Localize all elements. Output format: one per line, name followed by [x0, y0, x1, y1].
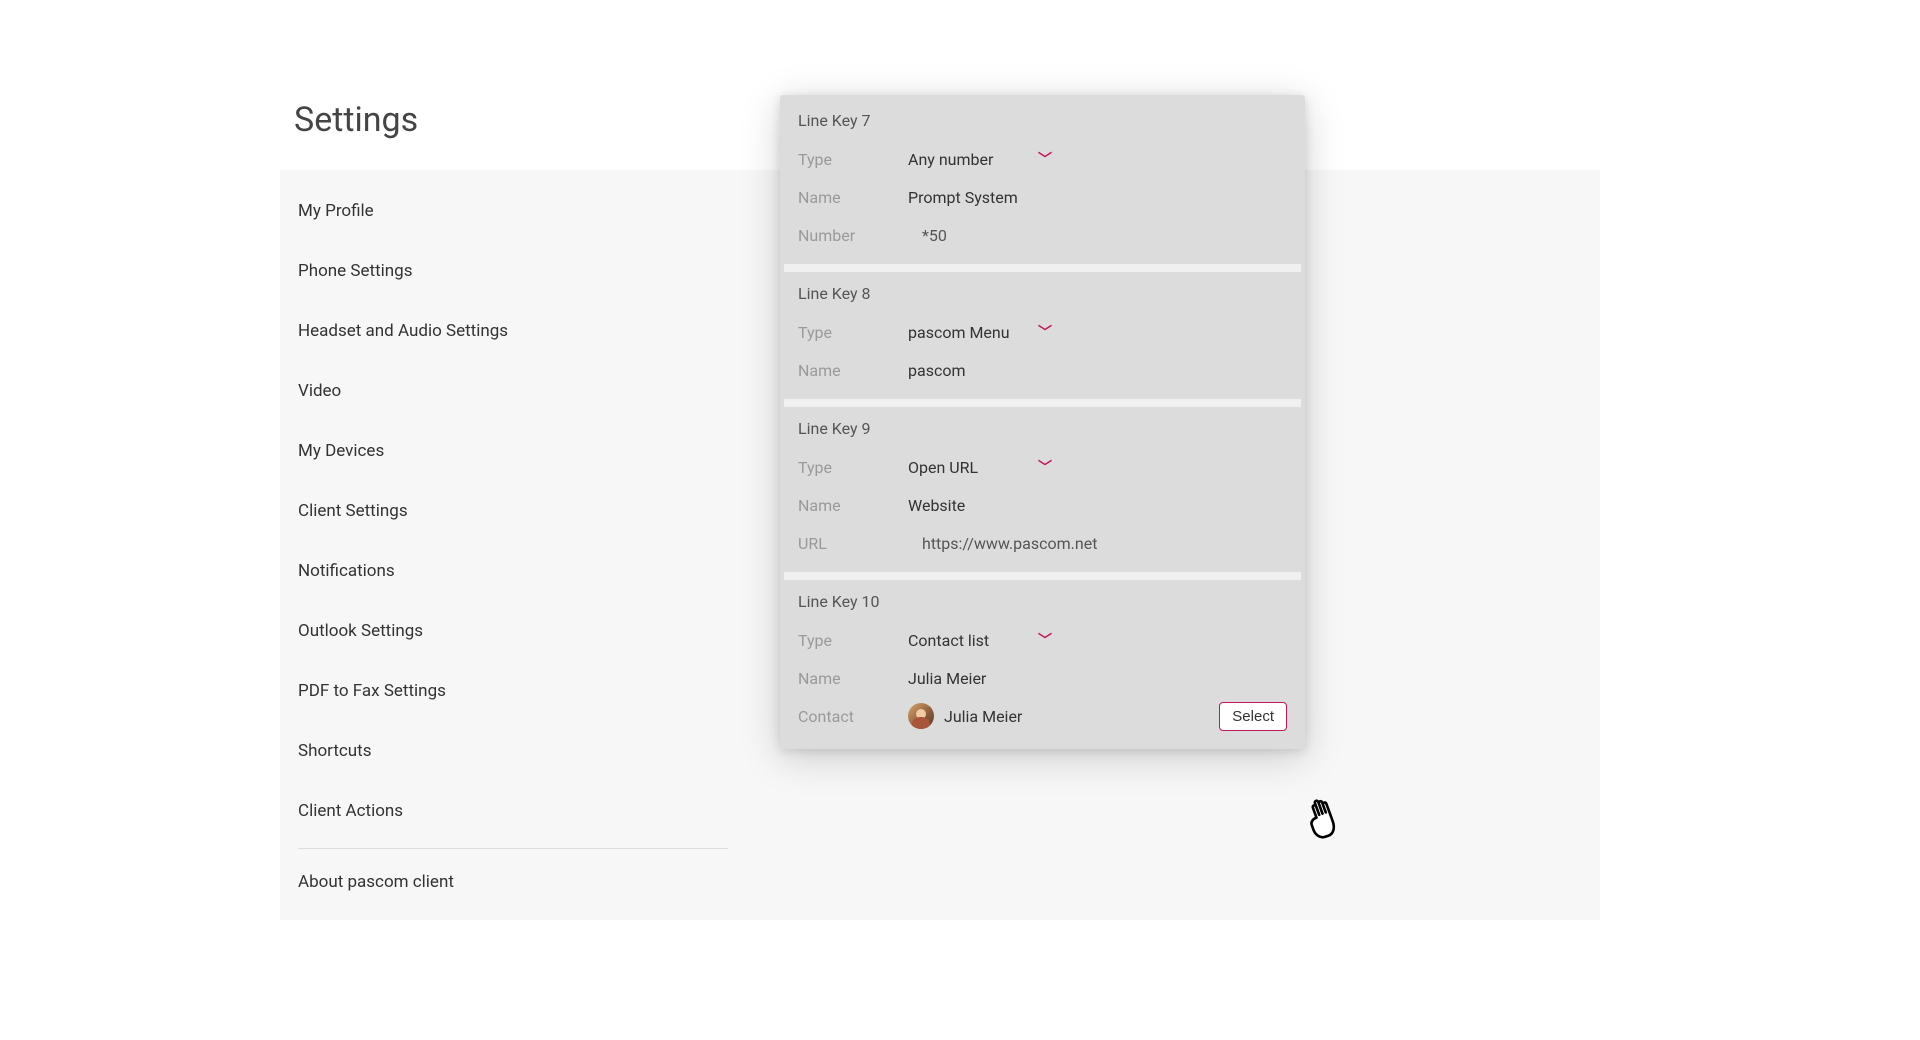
name-value[interactable]: Prompt System: [908, 188, 1287, 207]
line-key-card-7: Line Key 7 Type Any number ﹀ Name Prompt…: [784, 99, 1301, 264]
select-button[interactable]: Select: [1219, 702, 1287, 731]
chevron-down-icon: ﹀: [1038, 322, 1052, 342]
type-value: pascom Menu: [908, 323, 1028, 342]
sidebar-item-client-settings[interactable]: Client Settings: [280, 488, 740, 534]
type-value: Any number: [908, 150, 1028, 169]
label-type: Type: [798, 323, 908, 342]
label-type: Type: [798, 458, 908, 477]
line-key-card-8: Line Key 8 Type pascom Menu ﹀ Name pasco…: [784, 272, 1301, 399]
line-key-card-10: Line Key 10 Type Contact list ﹀ Name Jul…: [784, 580, 1301, 745]
url-value[interactable]: https://www.pascom.net: [908, 534, 1287, 553]
label-name: Name: [798, 496, 908, 515]
sidebar-item-shortcuts[interactable]: Shortcuts: [280, 728, 740, 774]
label-number: Number: [798, 226, 908, 245]
name-value[interactable]: Website: [908, 496, 1287, 515]
type-value: Contact list: [908, 631, 1028, 650]
sidebar-item-phone-settings[interactable]: Phone Settings: [280, 248, 740, 294]
name-value[interactable]: pascom: [908, 361, 1287, 380]
type-dropdown[interactable]: Open URL ﹀: [908, 457, 1052, 477]
sidebar-item-headset-audio[interactable]: Headset and Audio Settings: [280, 308, 740, 354]
type-value: Open URL: [908, 458, 1028, 477]
label-contact: Contact: [798, 707, 908, 726]
card-title: Line Key 9: [798, 419, 1287, 438]
number-value[interactable]: *50: [908, 226, 1287, 245]
sidebar-item-video[interactable]: Video: [280, 368, 740, 414]
sidebar-item-my-devices[interactable]: My Devices: [280, 428, 740, 474]
card-title: Line Key 8: [798, 284, 1287, 303]
card-title: Line Key 7: [798, 111, 1287, 130]
type-dropdown[interactable]: pascom Menu ﹀: [908, 322, 1052, 342]
contact-value: Julia Meier: [944, 707, 1022, 726]
card-separator: [784, 264, 1301, 272]
label-name: Name: [798, 361, 908, 380]
sidebar-divider: [298, 848, 728, 849]
label-name: Name: [798, 188, 908, 207]
chevron-down-icon: ﹀: [1038, 457, 1052, 477]
label-type: Type: [798, 631, 908, 650]
chevron-down-icon: ﹀: [1038, 630, 1052, 650]
card-separator: [784, 572, 1301, 580]
line-key-card-9: Line Key 9 Type Open URL ﹀ Name Website …: [784, 407, 1301, 572]
name-value[interactable]: Julia Meier: [908, 669, 1287, 688]
label-name: Name: [798, 669, 908, 688]
sidebar-item-about[interactable]: About pascom client: [280, 859, 740, 905]
card-title: Line Key 10: [798, 592, 1287, 611]
label-type: Type: [798, 150, 908, 169]
sidebar-item-my-profile[interactable]: My Profile: [280, 188, 740, 234]
sidebar-item-pdf-to-fax[interactable]: PDF to Fax Settings: [280, 668, 740, 714]
settings-sidebar: My Profile Phone Settings Headset and Au…: [280, 170, 740, 923]
line-keys-panel: Line Key 7 Type Any number ﹀ Name Prompt…: [780, 95, 1305, 749]
label-url: URL: [798, 534, 908, 553]
chevron-down-icon: ﹀: [1038, 149, 1052, 169]
avatar: [908, 703, 934, 729]
type-dropdown[interactable]: Any number ﹀: [908, 149, 1052, 169]
sidebar-item-client-actions[interactable]: Client Actions: [280, 788, 740, 834]
card-separator: [784, 399, 1301, 407]
sidebar-item-outlook-settings[interactable]: Outlook Settings: [280, 608, 740, 654]
sidebar-item-notifications[interactable]: Notifications: [280, 548, 740, 594]
type-dropdown[interactable]: Contact list ﹀: [908, 630, 1052, 650]
